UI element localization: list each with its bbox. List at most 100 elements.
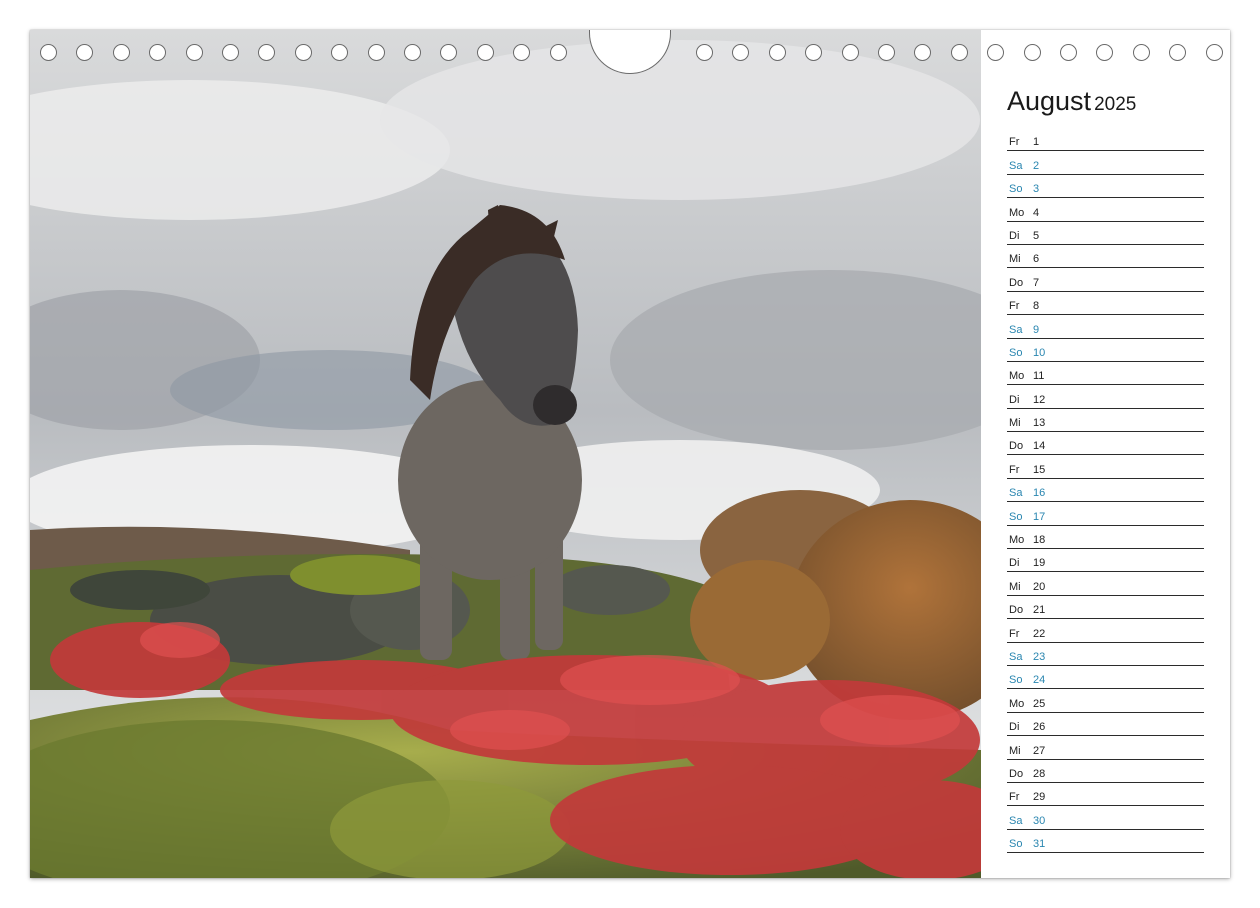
day-number: 3: [1033, 183, 1040, 196]
binding-ring-icon: [76, 44, 94, 61]
day-number: 5: [1033, 229, 1040, 242]
weekday-label: Do: [1009, 767, 1024, 780]
day-row: Di 12: [1007, 385, 1204, 409]
weekday-label: Mo: [1009, 370, 1025, 383]
day-number: 29: [1033, 791, 1046, 804]
weekday-label: Sa: [1009, 814, 1023, 827]
day-row: Do 21: [1007, 596, 1204, 620]
weekday-label: So: [1009, 674, 1023, 687]
binding-ring-icon: [1060, 44, 1077, 61]
day-row: Mo 18: [1007, 526, 1204, 550]
binding-ring-icon: [149, 44, 167, 61]
day-row: Mi 27: [1007, 736, 1204, 760]
day-row: Sa 9: [1007, 315, 1204, 339]
weekday-label: Sa: [1009, 650, 1023, 663]
day-row: So 31: [1007, 830, 1204, 854]
binding-ring-icon: [768, 44, 786, 61]
binding-ring-icon: [878, 44, 895, 61]
weekday-label: Do: [1009, 604, 1024, 617]
binding-ring-icon: [805, 44, 823, 61]
day-number: 23: [1033, 650, 1046, 663]
binding-ring-icon: [549, 44, 567, 61]
day-row: Di 5: [1007, 222, 1204, 245]
weekday-label: Fr: [1009, 463, 1020, 476]
day-row: Do 28: [1007, 760, 1204, 783]
day-row: Mi 13: [1007, 409, 1204, 433]
day-number: 16: [1033, 487, 1046, 500]
binding-ring-icon: [331, 44, 349, 61]
weekday-label: Mo: [1009, 206, 1025, 219]
day-number: 25: [1033, 697, 1046, 710]
day-row: So 24: [1007, 666, 1204, 690]
binding-ring-icon: [258, 44, 276, 61]
weekday-label: Di: [1009, 229, 1020, 242]
day-row: So 17: [1007, 502, 1204, 526]
day-row: Sa 16: [1007, 479, 1204, 503]
binding-ring-icon: [185, 44, 203, 61]
day-number: 28: [1033, 767, 1046, 780]
day-row: Mo 11: [1007, 362, 1204, 386]
day-number: 2: [1033, 159, 1040, 172]
day-number: 1: [1033, 136, 1040, 149]
binding-ring-icon: [987, 44, 1005, 61]
binding-ring-icon: [696, 44, 713, 61]
weekday-label: Mi: [1009, 744, 1021, 757]
binding-ring-icon: [367, 44, 385, 61]
binding-ring-icon: [513, 44, 531, 61]
weekday-label: Fr: [1009, 300, 1020, 313]
weekday-label: Mi: [1009, 417, 1021, 430]
horse-photo: [30, 30, 981, 878]
weekday-label: Mi: [1009, 253, 1021, 266]
binding-ring-icon: [841, 44, 859, 61]
day-number: 19: [1033, 557, 1046, 570]
day-number: 12: [1033, 393, 1046, 406]
day-number: 4: [1033, 206, 1040, 219]
calendar-sidebar: August 2025 Fr 1 Sa 2 So 3 Mo 4 Di 5 Mi 6 Do 7 Fr 8 Sa 9 So…: [981, 30, 1230, 878]
day-row: Do 14: [1007, 432, 1204, 456]
weekday-label: Fr: [1009, 627, 1020, 640]
day-number: 8: [1033, 300, 1040, 313]
day-number: 20: [1033, 580, 1046, 593]
binding-ring-icon: [112, 44, 130, 61]
day-number: 26: [1033, 721, 1046, 734]
weekday-label: Mo: [1009, 697, 1025, 710]
day-number: 11: [1033, 370, 1045, 383]
binding-ring-icon: [950, 44, 968, 61]
binding-ring-icon: [476, 44, 494, 61]
day-row: Fr 15: [1007, 455, 1204, 479]
day-number: 18: [1033, 534, 1046, 547]
binding-ring-icon: [1169, 44, 1187, 61]
binding-ring-icon: [1023, 44, 1041, 61]
day-number: 6: [1033, 253, 1040, 266]
calendar-page: August 2025 Fr 1 Sa 2 So 3 Mo 4 Di 5 Mi 6 Do 7 Fr 8 Sa 9 So…: [30, 30, 1230, 878]
day-number: 13: [1033, 417, 1046, 430]
weekday-label: Sa: [1009, 487, 1023, 500]
weekday-label: So: [1009, 838, 1023, 851]
day-number: 14: [1033, 440, 1046, 453]
day-row: Mo 25: [1007, 689, 1204, 713]
weekday-label: Di: [1009, 557, 1020, 570]
weekday-label: Di: [1009, 721, 1020, 734]
weekday-label: So: [1009, 183, 1023, 196]
year-label: 2025: [1094, 94, 1137, 115]
weekday-label: Mo: [1009, 534, 1025, 547]
weekday-label: Fr: [1009, 791, 1020, 804]
weekday-label: So: [1009, 346, 1023, 359]
day-row: Do 7: [1007, 268, 1204, 292]
weekday-label: Fr: [1009, 136, 1020, 149]
day-number: 24: [1033, 674, 1046, 687]
weekday-label: Do: [1009, 276, 1024, 289]
day-row: Sa 2: [1007, 151, 1204, 175]
day-row: Di 19: [1007, 549, 1204, 573]
day-row: Fr 29: [1007, 783, 1204, 807]
binding-ring-icon: [732, 44, 750, 61]
day-row: Mi 6: [1007, 245, 1204, 269]
wall-hanger-hook: [589, 30, 671, 74]
day-number: 21: [1033, 604, 1046, 617]
day-row: Sa 23: [1007, 643, 1204, 666]
day-row: Di 26: [1007, 713, 1204, 737]
month-title: August 2025: [1007, 86, 1136, 117]
binding-ring-icon: [294, 44, 312, 61]
day-number: 30: [1033, 814, 1046, 827]
binding-ring-icon: [1205, 44, 1223, 61]
